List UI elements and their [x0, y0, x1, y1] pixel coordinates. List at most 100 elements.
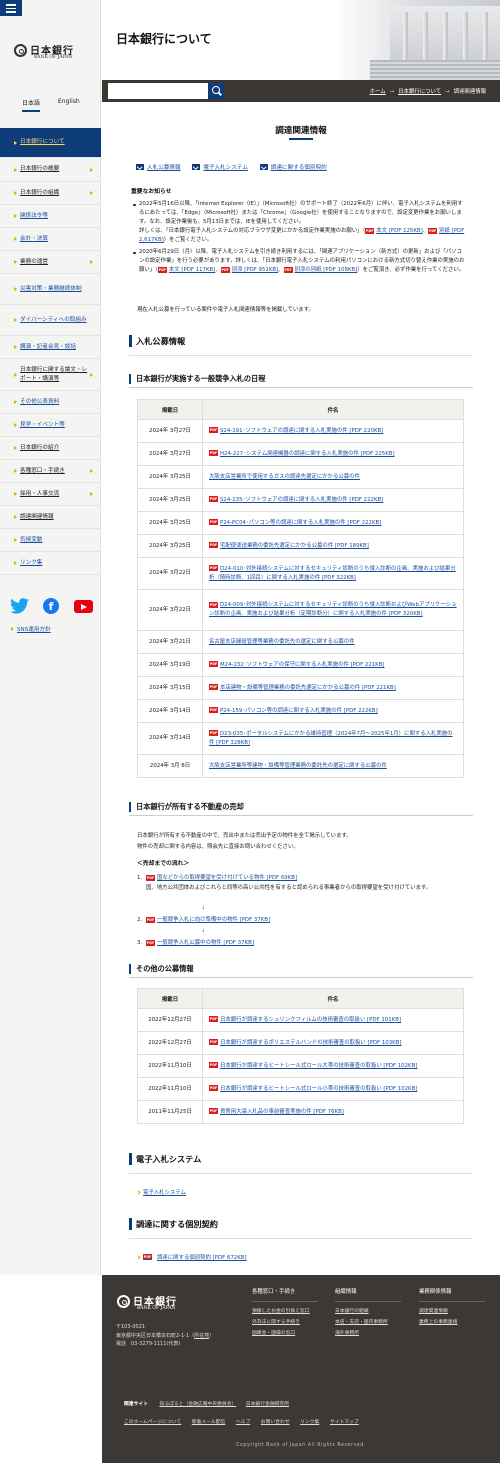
row-date: 2022年11月10日 [137, 1054, 203, 1078]
footer-link[interactable]: 本店・支店・国内事務所 [335, 1319, 401, 1327]
notice-title: 重要なお知らせ [131, 189, 172, 195]
section-heading-other: その他の公募情報 [129, 964, 473, 978]
pdf-icon: PDF [209, 1085, 218, 1092]
nav-disaster[interactable]: 災害対策・業務継続体制 [0, 274, 101, 305]
row-subject-link[interactable]: 本店建物・設備等管理業務の委託先選定にかかる公募の件 [PDF 221KB] [220, 685, 396, 691]
footer-bottom-link[interactable]: リンク集 [300, 1420, 319, 1425]
footer-logo[interactable]: 日本銀行 BANK OF JAPAN [117, 1293, 197, 1315]
anchor-bidding[interactable]: 入札公募情報 [136, 163, 181, 171]
footer-bottom-link[interactable]: ヘルプ [236, 1420, 250, 1425]
row-subject-link[interactable]: 大阪支店営業所等建物・設備等管理業務の委託先の選定に関する公募の件 [209, 763, 387, 769]
row-subject-link[interactable]: D23-035･ポータルシステムにかかる維持管理（2024年7月～2025年1月… [209, 731, 453, 746]
breadcrumb-home[interactable]: ホーム [370, 89, 386, 95]
title-underline [289, 138, 313, 140]
footer-link[interactable]: 日本銀行の組織 [335, 1308, 401, 1316]
sale-step-link[interactable]: 一般競争入札公募中の物件 [PDF 37KB] [157, 940, 254, 946]
row-subject-link[interactable]: D24-009･対外接続システムに対するセキュリティ診断のうち侵入診断およびWe… [209, 602, 457, 617]
pdf-icon: PDF [209, 601, 218, 608]
footer-bottom-link[interactable]: 新着メール配信 [192, 1420, 226, 1425]
nav-recruit[interactable]: 採用・人事交流 [0, 483, 101, 506]
search-input[interactable] [108, 83, 208, 99]
notice-item: 2020年6月29日（月）以降、電子入札システムを引き続き利用するには、「関連ア… [131, 248, 466, 275]
nav-diversity[interactable]: ダイバーシティへの取組み [0, 305, 101, 336]
notice-link[interactable]: 別添 [PDF 951KB] [232, 267, 278, 273]
nav-climate[interactable]: 気候変動 [0, 529, 101, 552]
footer-bottom-link[interactable]: サイトマップ [330, 1420, 359, 1425]
menu-icon[interactable] [0, 0, 22, 16]
schedule-table: 掲載日 件名 2024年 3月27日 PDF S24-191･ソフトウェアの調達に関す… [137, 399, 464, 778]
nav-papers[interactable]: 日本銀行に関する論文・レポート・講演等 [0, 359, 101, 391]
row-subject-link[interactable]: 大阪支店営業所で使用するガスの調達先選定にかかる公募の件 [209, 474, 360, 480]
ebid-link[interactable]: 電子入札システム [136, 1188, 186, 1196]
row-subject-link[interactable]: 日本銀行が調達するヒートシール式ロール小帯の技術審査の取扱い [PDF 102K… [220, 1086, 417, 1092]
nav-procurement[interactable]: 調達関連情報 [0, 506, 101, 529]
row-date: 2024年 3月14日 [137, 699, 203, 723]
row-subject-cell: 名古屋支店縁紐管理等業務の委託先の選定に関する公募の件 [202, 630, 464, 654]
sns-policy-link[interactable]: SNS運用方針 [11, 625, 51, 633]
youtube-icon[interactable] [74, 600, 93, 613]
nav-intro[interactable]: 日本銀行の紹介 [0, 437, 101, 460]
footer-link[interactable]: 業務上の事務連絡 [419, 1319, 485, 1327]
footer-link[interactable]: 調達関連情報 [419, 1308, 485, 1316]
row-subject-cell: 大阪支店営業所等建物・設備等管理業務の委託先の選定に関する公募の件 [202, 754, 464, 778]
nav-organization[interactable]: 日本銀行の組織 [0, 182, 101, 205]
nav-operations[interactable]: 業務の運営 [0, 251, 101, 274]
nav-label: ダイバーシティへの取組み [20, 316, 87, 323]
lang-japanese[interactable]: 日本語 [22, 98, 41, 112]
breadcrumb-about[interactable]: 日本銀行について [398, 89, 441, 95]
arrow-icon [14, 515, 17, 519]
arrow-icon [14, 345, 17, 349]
nav-overview[interactable]: 日本銀行の概要 [0, 158, 101, 182]
footer-link[interactable]: 国庫金・国債の窓口 [252, 1330, 318, 1338]
notice-link[interactable]: 別添の別紙 [PDF 108KB] [295, 267, 358, 273]
facebook-icon[interactable]: f [43, 598, 59, 614]
nav-procedures[interactable]: 各種窓口・手続き [0, 460, 101, 483]
contract-link[interactable]: PDF 調達に関する個別契約 [PDF 672KB] [136, 1253, 247, 1261]
footer-link[interactable]: 海外事務所 [335, 1330, 401, 1338]
notice-link[interactable]: 本文 [PDF 125KB] [376, 228, 422, 234]
twitter-icon[interactable] [10, 598, 29, 614]
row-subject-link[interactable]: P24-159･パソコン等の調達に関する入札実施の件 [PDF 222KB] [220, 708, 378, 714]
nav-tours[interactable]: 見学・イベント等 [0, 414, 101, 437]
table-row: 2022年12月27日 PDF 日本銀行が調達するポリエステルバンドの技術審査の取扱… [137, 1031, 464, 1055]
sale-step-link[interactable]: 国などからの取得要望を受け付けている物件 [PDF 69KB] [157, 875, 297, 881]
row-subject-link[interactable]: 日本銀行が調達するシュリンクフィルムの技術審査の取扱い [PDF 101KB] [220, 1017, 401, 1023]
row-subject-link[interactable]: H24-227･システム関連機器の調達に関する入札実施の件 [PDF 225KB… [220, 451, 395, 457]
nav-about[interactable]: 日本銀行について [0, 128, 101, 158]
other-table: 掲載日 件名 2022年12月27日 PDF 日本銀行が調達するシュリンクフィルムの技… [137, 988, 464, 1124]
row-subject-link[interactable]: 宅配便運送業務の委託先選定にかかる公募の件 [PDF 189KB] [220, 543, 369, 549]
row-subject-link[interactable]: S24-191･ソフトウェアの調達に関する入札実施の件 [PDF 220KB] [220, 428, 383, 434]
row-date: 2024年 3月25日 [137, 511, 203, 535]
row-subject-link[interactable]: M24-232･ソフトウェアの保守に関する入札実施の件 [PDF 221KB] [220, 662, 385, 668]
bank-logo[interactable]: 日本銀行 BANK OF JAPAN [14, 42, 90, 64]
row-subject-link[interactable]: P24-PC04･パソコン等の調達に関する入札実施の件 [PDF 222KB] [220, 520, 381, 526]
related-link[interactable]: 知るぽると（金融広報中央委員会） [160, 1402, 237, 1407]
nav-links[interactable]: リンク集 [0, 552, 101, 575]
row-subject-link[interactable]: 貨幣用大袋入札品の事前審査実施の件 [PDF 76KB] [220, 1109, 344, 1115]
nav-accounting[interactable]: 会計・決算 [0, 228, 101, 251]
nav-label: リンク集 [20, 559, 43, 566]
row-subject-link[interactable]: 日本銀行が調達するポリエステルバンドの技術審査の取扱い [PDF 103KB] [220, 1040, 401, 1046]
row-subject-link[interactable]: 名古屋支店縁紐管理等業務の委託先の選定に関する公募の件 [209, 639, 355, 645]
pdf-icon: PDF [209, 519, 218, 526]
row-subject-link[interactable]: D24-010･対外接続システムに対するセキュリティ診断のうち侵入診断の企画、実… [209, 566, 456, 581]
related-link[interactable]: 日本銀行金融研究所 [246, 1402, 289, 1407]
footer-link[interactable]: 外為法に関する手続き [252, 1319, 318, 1327]
nav-laws[interactable]: 関係法令等 [0, 205, 101, 228]
search-button[interactable] [208, 83, 224, 99]
nav-speeches[interactable]: 講演・記者会見・談話 [0, 336, 101, 359]
footer-link[interactable]: 損傷したお金の引換え窓口 [252, 1308, 312, 1316]
notice-link[interactable]: 本文 [PDF 117KB] [169, 267, 215, 273]
row-subject-link[interactable]: S24-235･ソフトウェアの調達に関する入札実施の件 [PDF 222KB] [220, 497, 383, 503]
row-subject-link[interactable]: 日本銀行が調達するヒートシール式ロール大帯の技術審査の取扱い [PDF 102K… [220, 1063, 417, 1069]
map-link[interactable]: 所在地 [194, 1333, 209, 1339]
down-arrow-icon: ↓ [201, 928, 206, 934]
footer-bottom-link[interactable]: このホームページについて [124, 1420, 181, 1425]
anchor-ebid[interactable]: 電子入札システム [192, 163, 248, 171]
footer-bottom-link[interactable]: お問い合わせ [261, 1420, 290, 1425]
sale-step-link[interactable]: 一般競争入札に向け準備中の物件 [PDF 37KB] [157, 917, 270, 923]
nav-other-materials[interactable]: その他公表資料 [0, 391, 101, 414]
anchor-contract[interactable]: 調達に関する個別契約 [259, 163, 327, 171]
lang-english[interactable]: English [58, 98, 80, 105]
row-date: 2024年 3月14日 [137, 722, 203, 755]
